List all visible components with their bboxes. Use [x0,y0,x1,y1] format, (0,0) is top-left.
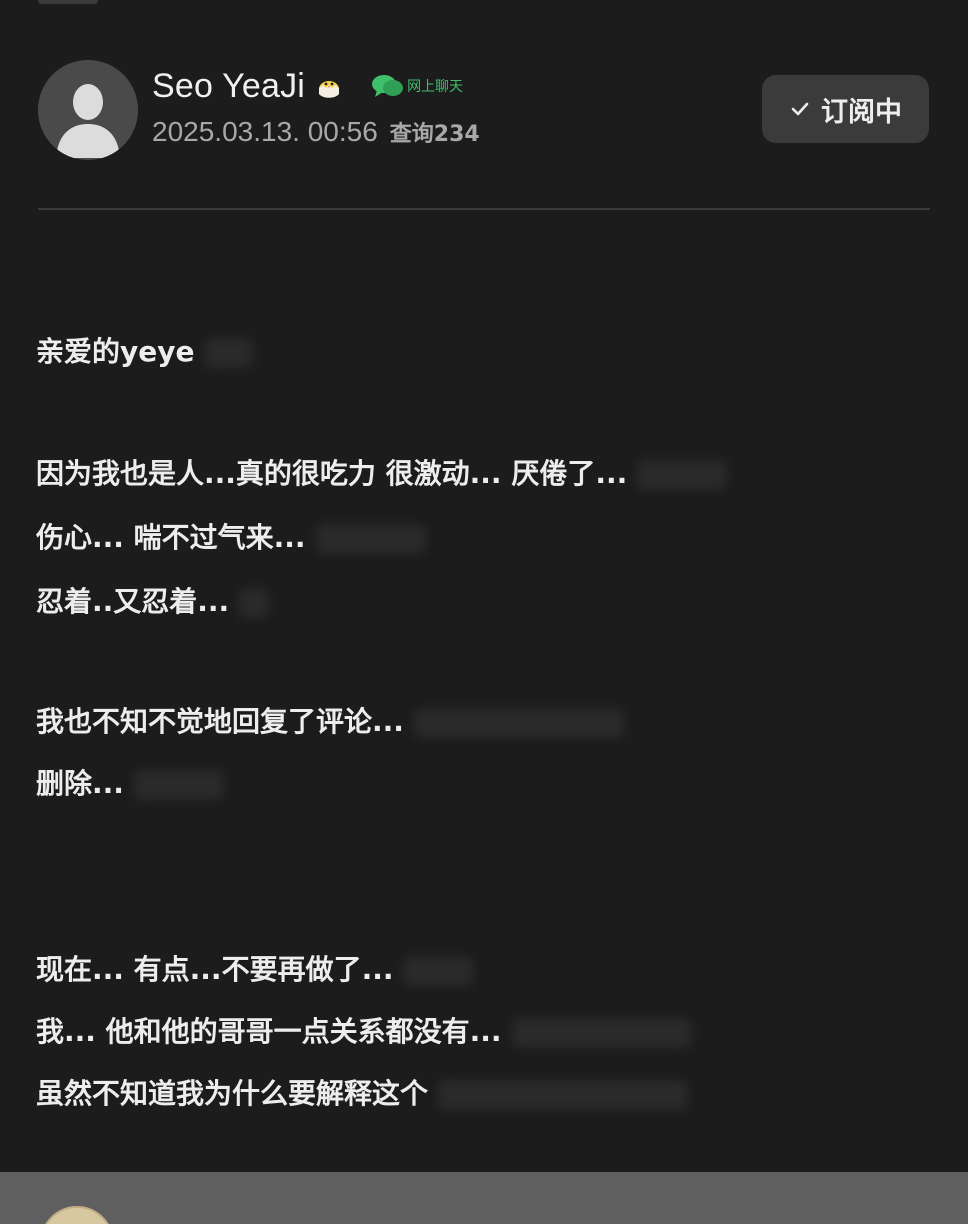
view-count: 查询234 [389,122,480,147]
chat-badge[interactable]: 网上聊天 [371,72,463,100]
body-line: 我... 他和他的哥哥一点关系都没有... [36,1010,692,1054]
author-avatar[interactable] [38,60,138,160]
body-line: 因为我也是人...真的很吃力 很激动... 厌倦了... [36,452,728,496]
body-line: 现在... 有点...不要再做了... [36,948,474,992]
blurred-emoji [511,1018,692,1048]
default-user-icon [38,60,138,160]
body-line: 忍着..又忍着... [36,580,270,624]
body-line: 虽然不知道我为什么要解释这个 [36,1072,689,1116]
blurred-emoji [637,460,728,490]
author-name[interactable]: Seo YeaJi [152,67,305,106]
subscribe-button[interactable]: 订阅中 [762,75,929,143]
author-row: Seo YeaJi 网上聊天 [152,64,463,108]
post-date: 2025.03.13. 00:56 [152,116,378,147]
post-meta: 2025.03.13. 00:56 查询234 [152,116,480,148]
check-icon [791,102,809,116]
chick-icon [319,81,340,98]
chat-bubble-icon [372,75,404,97]
blurred-emoji [413,708,624,738]
blurred-emoji [438,1080,689,1110]
blurred-emoji [403,956,474,986]
blurred-emoji [315,524,426,554]
subscribe-label: 订阅中 [821,96,902,128]
post-page: Seo YeaJi 网上聊天 2025.03.13. 00:56 查询234 订… [0,0,968,1224]
chat-badge-label: 网上聊天 [407,79,464,95]
body-line: 我也不知不觉地回复了评论... [36,700,624,744]
blurred-emoji [239,588,270,618]
cropped-top-text [38,0,98,4]
body-line: 亲爱的yeye [36,330,253,374]
body-line: 删除... [36,762,224,806]
blurred-emoji [133,770,224,800]
body-line: 伤心... 喘不过气来... [36,516,426,560]
next-item-strip [0,1172,968,1224]
header-divider [38,208,930,210]
blurred-emoji [204,338,253,368]
